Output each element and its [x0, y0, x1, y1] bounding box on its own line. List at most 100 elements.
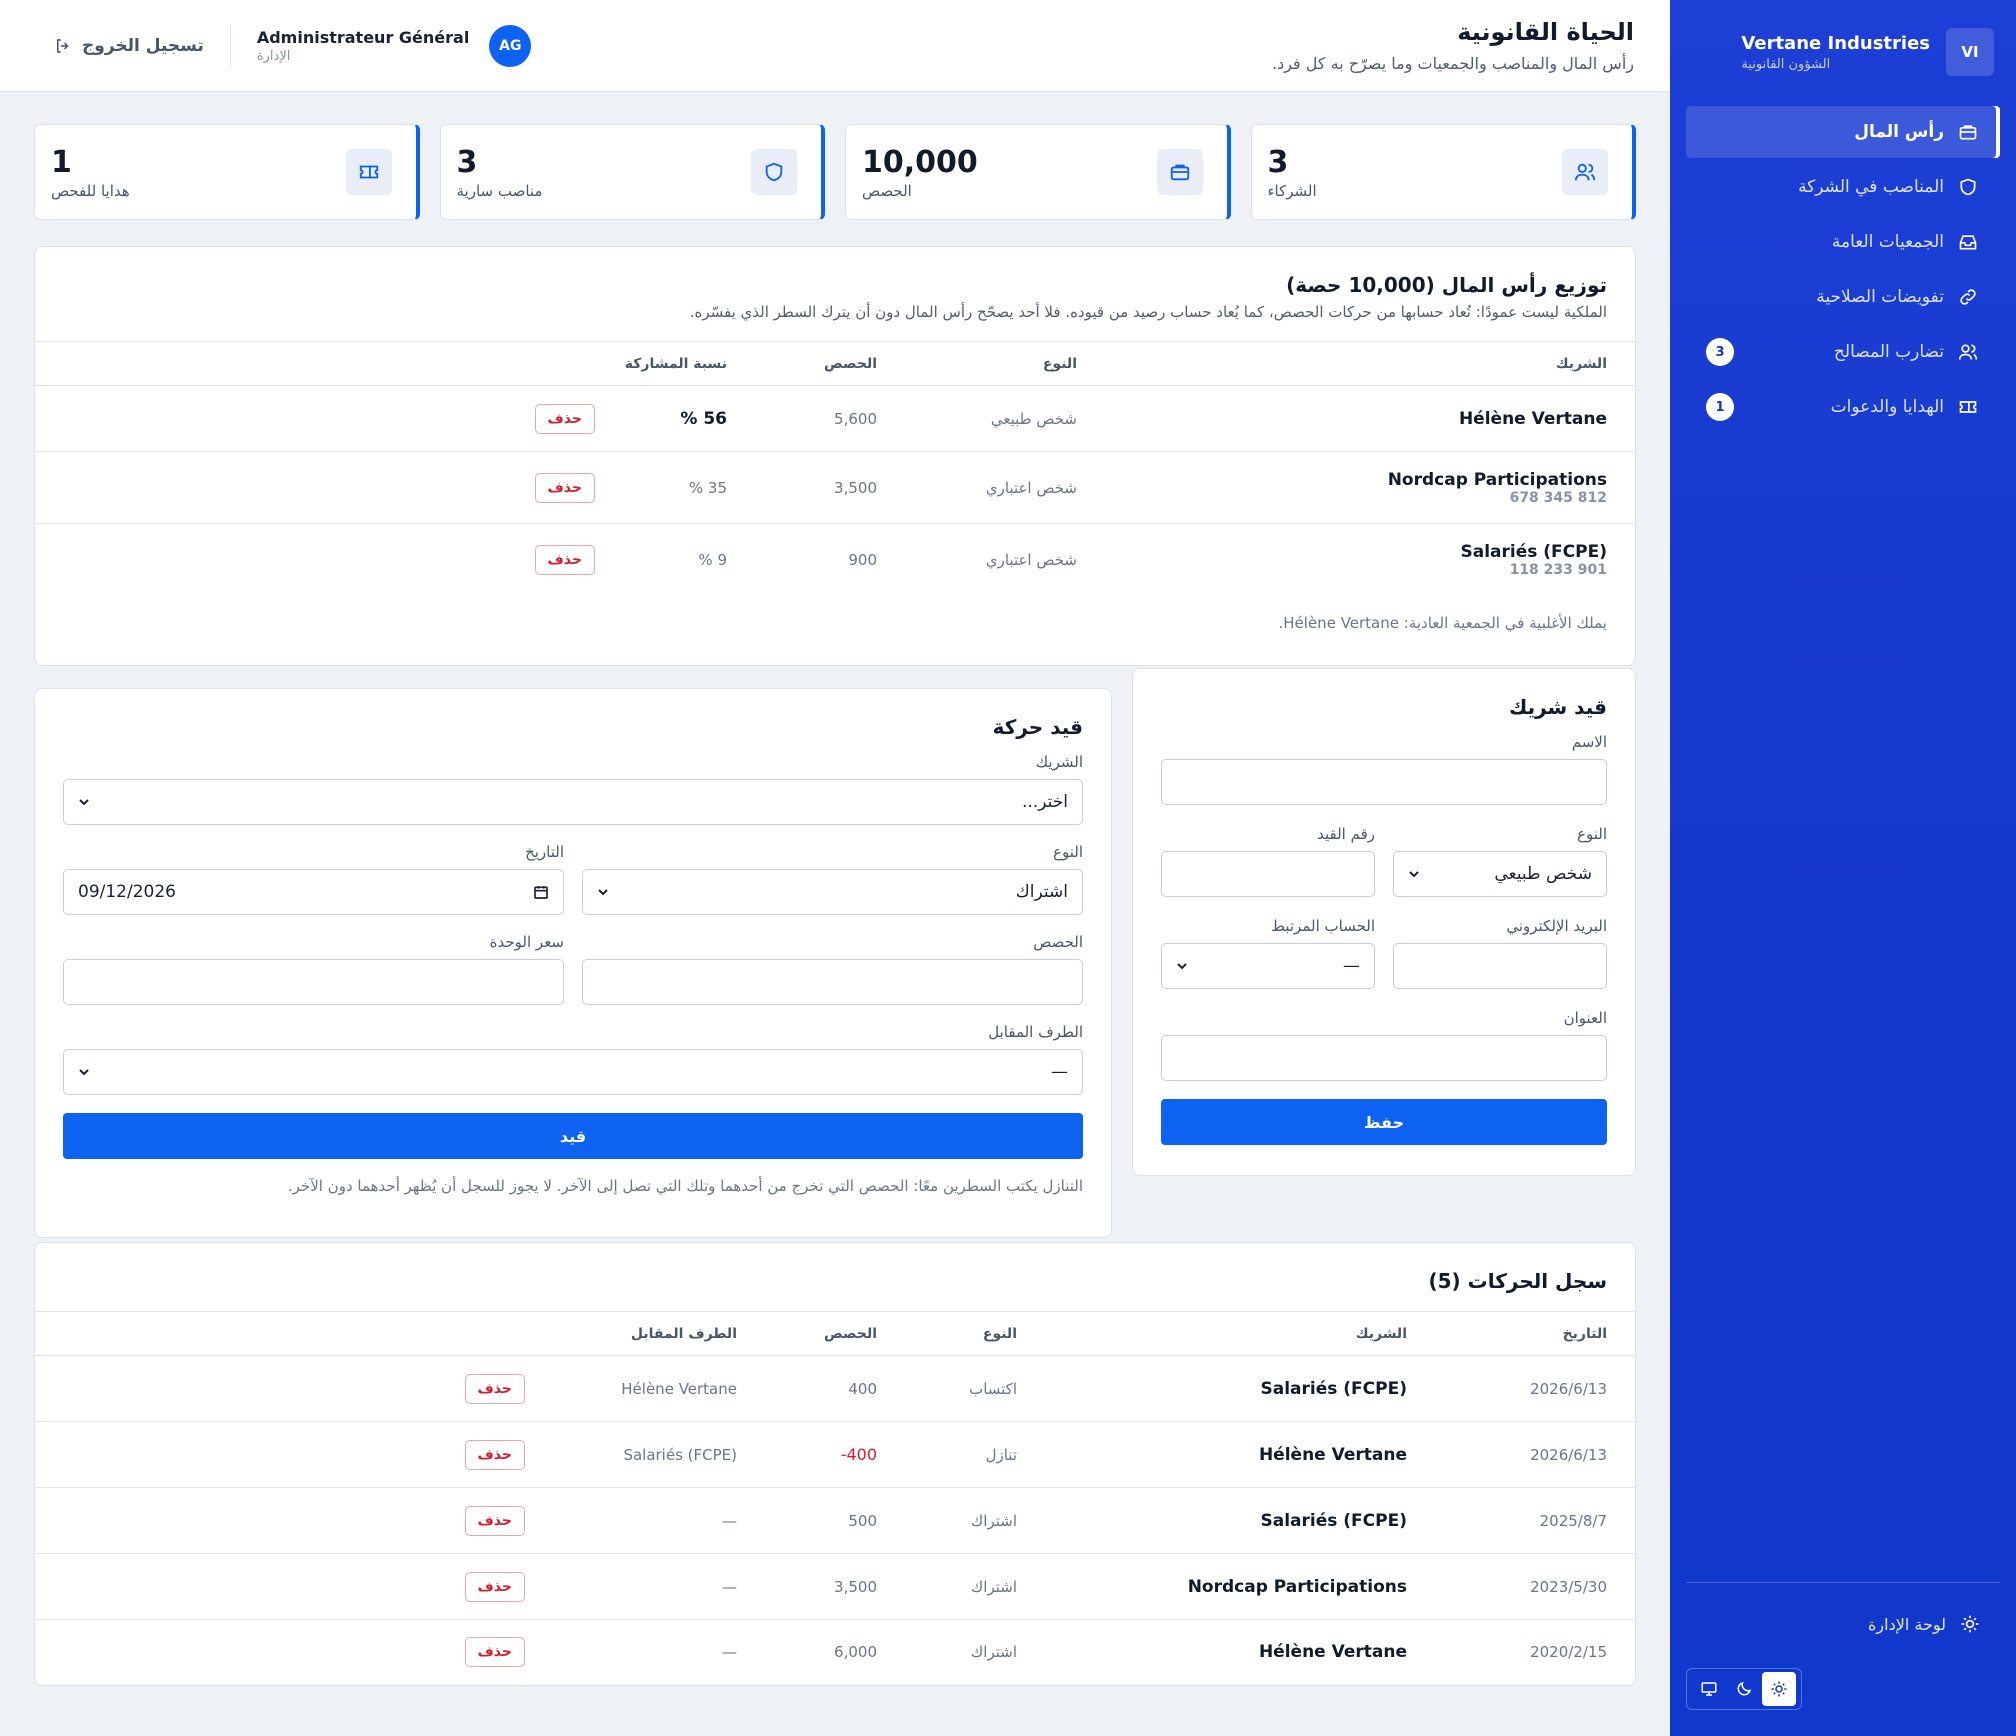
sidebar-item-conflicts[interactable]: تضارب المصالح 3 — [1686, 326, 2000, 378]
delete-button[interactable]: حذف — [464, 1373, 525, 1404]
sidebar-nav: رأس المال المناصب في الشركة الجمعيات الع… — [1686, 106, 2000, 436]
log-type: اشتراك — [905, 1487, 1045, 1554]
log-counterparty: Salariés (FCPE) — [525, 1421, 765, 1488]
admin-panel-link[interactable]: لوحة الإدارة — [1868, 1614, 1980, 1634]
user-name: Administrateur Général — [256, 27, 470, 47]
sidebar-item-positions[interactable]: المناصب في الشركة — [1686, 161, 2000, 213]
ticket-icon — [1958, 397, 1978, 417]
delete-button[interactable]: حذف — [534, 403, 595, 434]
unit-price-field[interactable] — [63, 959, 564, 1005]
partner-shares: 5,600 — [755, 385, 905, 452]
account-select[interactable]: — — [1161, 943, 1375, 989]
delete-button[interactable]: حذف — [534, 472, 595, 503]
briefcase-icon — [1958, 122, 1978, 142]
users-icon — [1562, 149, 1608, 195]
stat-value: 10,000 — [862, 144, 978, 180]
monitor-icon[interactable] — [1692, 1672, 1726, 1706]
counterparty-select[interactable]: — — [63, 1049, 1083, 1095]
log-table: التاريخ الشريك النوع الحصص الطرف المقابل… — [35, 1311, 1635, 1684]
log-partner: Nordcap Participations — [1187, 1576, 1407, 1597]
sun-icon — [1960, 1614, 1980, 1634]
movement-type-select[interactable]: اشتراك — [582, 869, 1083, 915]
shield-icon — [751, 149, 797, 195]
col-actions — [35, 341, 595, 386]
log-type: اكتساب — [905, 1355, 1045, 1422]
admin-panel-label: لوحة الإدارة — [1868, 1614, 1946, 1634]
avatar[interactable]: AG — [489, 24, 532, 67]
chevron-down-icon — [1176, 960, 1188, 972]
sidebar-item-capital[interactable]: رأس المال — [1686, 106, 2000, 158]
partner-percentage: 9 % — [698, 550, 727, 569]
log-type: اشتراك — [905, 1553, 1045, 1620]
col-actions — [35, 1311, 525, 1356]
stat-value: 3 — [1267, 144, 1289, 180]
account-value: — — [1343, 956, 1360, 976]
section-name: الشؤون القانونية — [1741, 56, 1831, 72]
delete-button[interactable]: حذف — [464, 1439, 525, 1470]
movement-note: التنازل يكتب السطرين معًا: الحصص التي تخ… — [287, 1177, 1083, 1195]
brand: VI Vertane Industries الشؤون القانونية — [1692, 28, 1994, 76]
sidebar-item-label: رأس المال — [1854, 122, 1944, 142]
address-label: العنوان — [1563, 1009, 1607, 1027]
partner-shares: 3,500 — [755, 451, 905, 524]
save-button[interactable]: حفظ — [1161, 1099, 1607, 1145]
logout-button[interactable]: تسجيل الخروج — [54, 36, 204, 56]
date-label: التاريخ — [525, 843, 564, 861]
user-area: AG Administrateur Général الإدارة تسجيل … — [36, 24, 532, 67]
movement-type-value: اشتراك — [1015, 882, 1068, 902]
delete-button[interactable]: حذف — [464, 1505, 525, 1536]
partner-percentage: 35 % — [595, 451, 755, 524]
delete-button[interactable]: حذف — [464, 1636, 525, 1667]
log-partner: Salariés (FCPE) — [1260, 1378, 1408, 1399]
address-field[interactable] — [1161, 1035, 1607, 1081]
calendar-icon[interactable] — [533, 884, 549, 900]
type-select[interactable]: شخص طبيعي — [1393, 851, 1607, 897]
moon-icon[interactable] — [1727, 1672, 1761, 1706]
partner-value: اختر... — [1022, 792, 1068, 812]
stat-label: الحصص — [862, 181, 912, 200]
user-info: Administrateur Général الإدارة — [257, 28, 469, 64]
unit-price-label: سعر الوحدة — [489, 933, 564, 951]
email-field[interactable] — [1393, 943, 1607, 989]
table-row: 2025/8/7 Salariés (FCPE) اشتراك 500 — حذ… — [35, 1487, 1635, 1554]
log-counterparty: — — [722, 1642, 737, 1661]
table-row: 2026/6/13 Hélène Vertane تنازل -400 Sala… — [35, 1421, 1635, 1488]
registration-label: رقم القيد — [1317, 825, 1375, 843]
sun-icon[interactable] — [1762, 1672, 1797, 1706]
ticket-icon — [345, 149, 392, 195]
date-value: 09/12/2026 — [78, 882, 176, 902]
delete-button[interactable]: حذف — [464, 1571, 525, 1602]
shield-icon — [1958, 177, 1978, 197]
date-field[interactable]: 09/12/2026 — [63, 869, 564, 915]
sidebar-item-gifts[interactable]: الهدايا والدعوات 1 — [1686, 381, 2000, 433]
name-field[interactable] — [1161, 759, 1607, 805]
link-icon — [1958, 287, 1978, 307]
registration-field[interactable] — [1161, 851, 1375, 897]
count-badge: 3 — [1706, 338, 1734, 366]
col-partner: الشريك — [1105, 341, 1635, 386]
partner-select[interactable]: اختر... — [63, 779, 1083, 825]
stat-card-shares: 10,000 الحصص — [845, 124, 1231, 220]
sidebar-item-label: الهدايا والدعوات — [1830, 397, 1944, 417]
chevron-down-icon — [1408, 868, 1420, 880]
submit-movement-button[interactable]: قيد — [63, 1113, 1083, 1159]
sidebar-item-delegations[interactable]: تفويضات الصلاحية — [1686, 271, 2000, 323]
stats-row: 3 الشركاء 10,000 الحصص 3 مناصب سارية 1 هدايا… — [34, 124, 1636, 220]
log-type: اشتراك — [970, 1642, 1017, 1661]
sidebar-item-assemblies[interactable]: الجمعيات العامة — [1686, 216, 2000, 268]
sidebar-divider — [1686, 1582, 2000, 1583]
col-shares: الحصص — [755, 341, 905, 386]
name-label: الاسم — [1571, 733, 1607, 751]
table-row: Nordcap Participations 678 345 812 شخص اع… — [35, 451, 1635, 524]
delete-button[interactable]: حذف — [534, 544, 595, 575]
col-shares: الحصص — [765, 1311, 905, 1356]
log-counterparty: — — [525, 1553, 765, 1620]
log-shares: 400 — [765, 1355, 905, 1422]
stat-label: هدايا للفحص — [51, 181, 130, 200]
shares-field[interactable] — [582, 959, 1083, 1005]
partner-label: الشريك — [1035, 753, 1083, 771]
type-value: شخص طبيعي — [1494, 864, 1592, 884]
movement-form-title: قيد حركة — [992, 715, 1083, 739]
sidebar-item-label: تفويضات الصلاحية — [1816, 287, 1944, 307]
log-date: 2020/2/15 — [1530, 1642, 1607, 1661]
